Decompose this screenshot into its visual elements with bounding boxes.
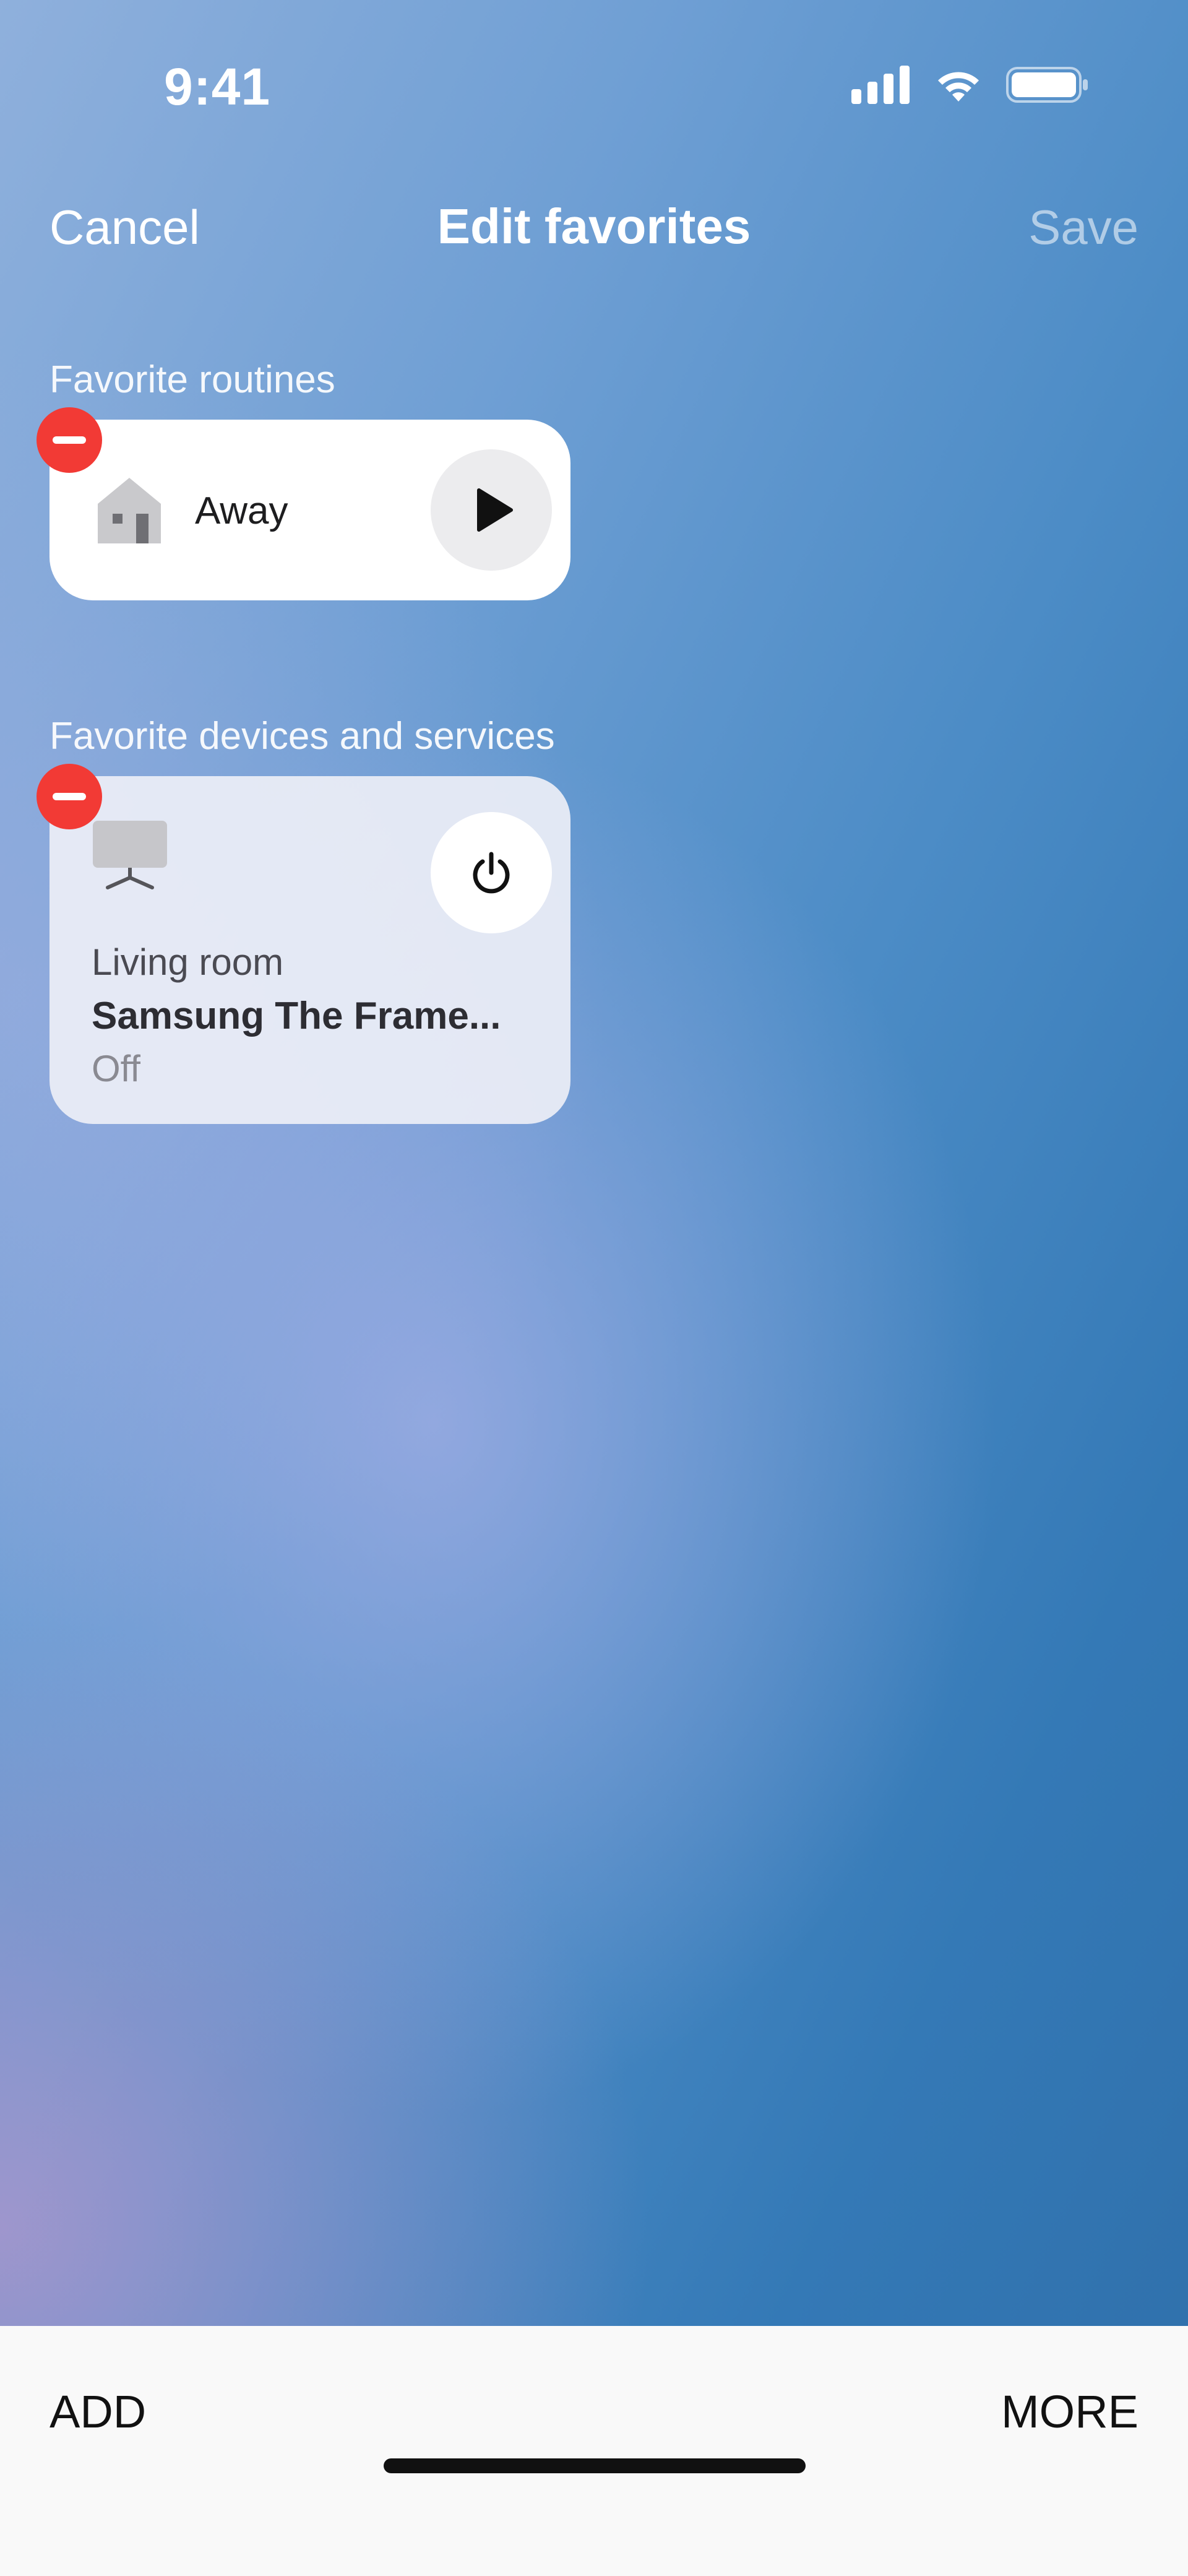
power-icon — [473, 852, 510, 894]
routine-name: Away — [195, 490, 288, 532]
more-button[interactable]: MORE — [1001, 2385, 1138, 2438]
play-icon — [477, 488, 513, 532]
status-icons — [851, 66, 1089, 107]
bottom-toolbar: ADD MORE — [0, 2326, 1188, 2576]
section-label-devices: Favorite devices and services — [50, 715, 555, 758]
device-name: Samsung The Frame... — [92, 995, 501, 1037]
cancel-button[interactable]: Cancel — [50, 199, 200, 256]
edit-favorites-screen: 9:41 Cancel Edit favorites Save Favorite… — [0, 0, 1188, 2576]
save-button[interactable]: Save — [1028, 199, 1138, 256]
device-room: Living room — [92, 941, 284, 983]
add-button[interactable]: ADD — [50, 2385, 146, 2438]
wifi-icon — [932, 66, 985, 107]
power-toggle-button[interactable] — [431, 812, 552, 933]
routine-card-away[interactable]: Away — [50, 420, 570, 600]
home-indicator — [384, 2458, 806, 2473]
device-status: Off — [92, 1048, 140, 1089]
battery-icon — [1006, 66, 1089, 107]
section-label-routines: Favorite routines — [50, 358, 335, 401]
remove-device-button[interactable] — [37, 764, 102, 829]
house-icon — [93, 474, 166, 547]
status-time: 9:41 — [164, 58, 271, 116]
device-card-frame-tv[interactable]: Living room Samsung The Frame... Off — [50, 776, 570, 1124]
play-routine-button[interactable] — [431, 449, 552, 571]
remove-routine-button[interactable] — [37, 407, 102, 473]
tv-icon — [87, 818, 173, 893]
cellular-signal-icon — [851, 66, 911, 107]
